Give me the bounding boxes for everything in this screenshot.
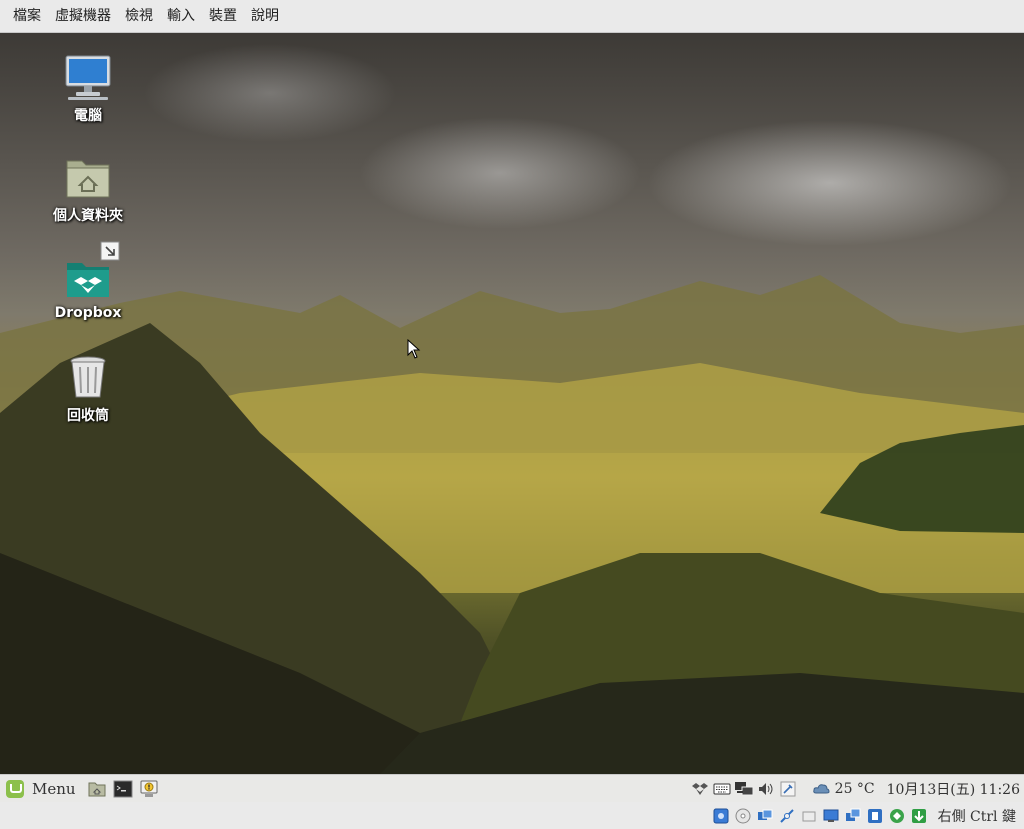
cpu-icon[interactable] [888,807,906,825]
desktop-icon-label: 電腦 [74,108,102,124]
mouse-integration-icon[interactable] [910,807,928,825]
mouse-pointer-icon [407,339,421,359]
weather-icon[interactable] [811,779,831,799]
terminal-icon [113,780,133,797]
desktop-wallpaper[interactable]: 電腦 個人資料夾 Dropbox 回收筒 [0,33,1024,774]
mountain-landscape [0,275,1024,774]
desktop-icon-computer[interactable]: 電腦 [43,53,133,125]
power-icon[interactable] [778,779,798,799]
mint-logo-icon [6,779,24,798]
shared-folder-icon[interactable] [822,807,840,825]
symlink-arrow-icon [100,241,120,261]
files-icon [88,782,106,796]
home-folder-icon [64,153,112,201]
keyboard-icon[interactable] [712,779,732,799]
vm-statusbar: 右側 Ctrl 鍵 [0,802,1024,829]
vm-menubar: 檔案 虛擬機器 檢視 輸入 裝置 說明 [0,0,1024,33]
desktop-icon-home-folder[interactable]: 個人資料夾 [43,153,133,225]
menu-help[interactable]: 說明 [244,0,286,33]
trash-icon [64,353,112,401]
recording-icon[interactable] [866,807,884,825]
audio-icon[interactable] [756,807,774,825]
desktop-icon-dropbox[interactable]: Dropbox [43,241,133,321]
menu-view[interactable]: 檢視 [118,0,160,33]
monitor-icon [64,53,112,101]
optical-disk-icon[interactable] [734,807,752,825]
update-manager-launcher[interactable] [138,778,160,800]
menu-devices[interactable]: 裝置 [202,0,244,33]
clock[interactable]: 10月13日(五) 11:26 [887,779,1020,799]
system-tray: 25 °C 10月13日(五) 11:26 [689,775,1024,803]
desktop-icon-label: Dropbox [54,305,122,321]
hard-disk-icon[interactable] [712,807,730,825]
display-icon[interactable] [844,807,862,825]
menu-label: Menu [32,779,76,798]
desktop-icon-label: 個人資料夾 [53,208,123,224]
menu-button[interactable]: Menu [0,775,82,803]
menu-file[interactable]: 檔案 [6,0,48,33]
dropbox-tray-icon[interactable] [690,779,710,799]
menu-machine[interactable]: 虛擬機器 [48,0,118,33]
terminal-launcher[interactable] [112,778,134,800]
desktop-icon-label: 回收筒 [67,408,109,424]
bottom-panel: Menu 25 °C 10月13日(五) 11:26 [0,774,1024,802]
network-adapter-icon[interactable] [778,807,796,825]
files-launcher[interactable] [86,778,108,800]
menu-input[interactable]: 輸入 [160,0,202,33]
desktop-icon-trash[interactable]: 回收筒 [43,353,133,425]
weather-temperature[interactable]: 25 °C [835,781,875,797]
volume-icon[interactable] [756,779,776,799]
host-key-label: 右側 Ctrl 鍵 [937,808,1016,825]
network-icon[interactable] [734,779,754,799]
usb-icon[interactable] [800,807,818,825]
dropbox-folder-icon [64,241,120,301]
update-manager-icon [140,780,158,797]
